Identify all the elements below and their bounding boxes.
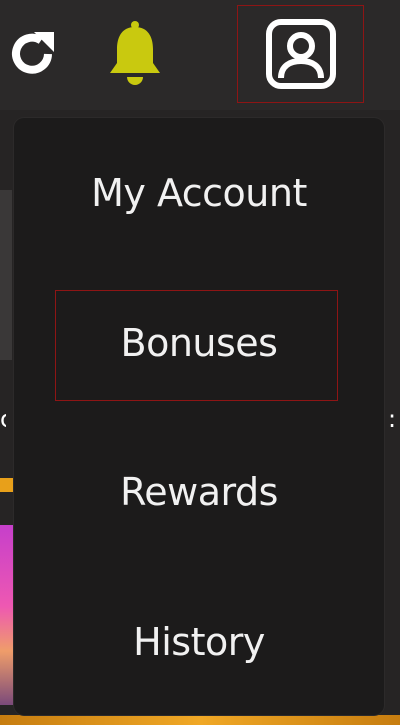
menu-item-my-account[interactable]: My Account: [14, 158, 384, 228]
menu-item-label: Bonuses: [120, 321, 278, 365]
menu-item-history[interactable]: History: [14, 607, 384, 677]
account-dropdown-menu: My Account Bonuses Rewards History: [14, 118, 384, 715]
menu-item-bonuses[interactable]: Bonuses: [14, 308, 384, 378]
refresh-icon: [12, 32, 54, 74]
notifications-button[interactable]: [104, 18, 166, 88]
background-promo-image: [0, 525, 14, 705]
background-text-fragment: c: [0, 405, 6, 433]
menu-item-label: My Account: [91, 171, 307, 215]
bell-icon: [110, 21, 160, 85]
menu-item-rewards[interactable]: Rewards: [14, 457, 384, 527]
profile-button[interactable]: [237, 5, 364, 103]
top-bar: [0, 0, 400, 110]
background-panel: [0, 190, 12, 360]
background-text-fragment: :: [388, 405, 397, 433]
refresh-button[interactable]: [0, 22, 64, 86]
menu-item-label: Rewards: [120, 470, 278, 514]
background-bottom-bar: [0, 715, 400, 725]
user-profile-icon: [265, 19, 336, 89]
menu-item-label: History: [133, 620, 265, 664]
background-accent: [0, 478, 14, 492]
